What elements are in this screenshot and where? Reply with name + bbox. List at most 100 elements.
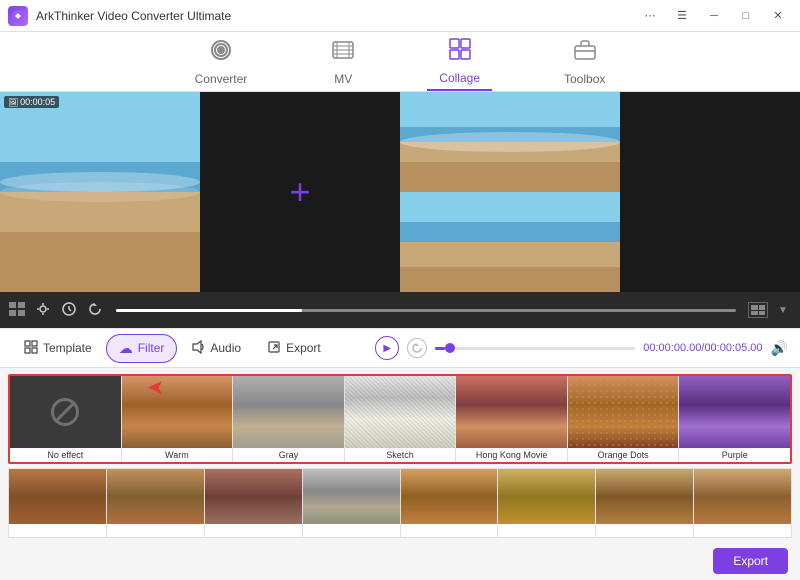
nav-toolbox[interactable]: Toolbox: [552, 34, 617, 90]
r2-5-thumb: [401, 469, 498, 524]
title-bar: ArkThinker Video Converter Ultimate ⋯ ☰ …: [0, 0, 800, 32]
template-label: Template: [43, 341, 92, 355]
toolbar-row: Template ☁ Filter Audio: [0, 328, 800, 368]
nav-collage[interactable]: Collage: [427, 33, 492, 91]
filter-r2-3[interactable]: [205, 469, 303, 537]
add-media-icon: +: [289, 171, 310, 213]
filter-r2-7[interactable]: [596, 469, 694, 537]
filter-sketch[interactable]: Sketch: [345, 376, 457, 462]
nav-bar: Converter MV Collage: [0, 32, 800, 92]
preview-area: 🖼 00:00:05 +: [0, 92, 800, 292]
toolbox-label: Toolbox: [564, 72, 605, 86]
converter-label: Converter: [195, 72, 248, 86]
r2-7-thumb: [596, 469, 693, 524]
filter-r2-6[interactable]: [498, 469, 596, 537]
bottom-row: Export: [0, 542, 800, 580]
preview-controls: ▼: [0, 292, 800, 328]
template-icon: [24, 340, 38, 357]
close-button[interactable]: ✕: [764, 6, 792, 26]
warm-thumb: [122, 376, 233, 448]
app-icon: [8, 6, 28, 26]
sketch-label: Sketch: [345, 448, 456, 462]
r2-8-thumb: [694, 469, 791, 524]
r2-4-thumb: [303, 469, 400, 524]
mv-icon: [331, 38, 355, 68]
time-display: 00:00:00.00/00:00:05.00: [643, 342, 762, 354]
chevron-down-icon[interactable]: ▼: [774, 305, 792, 316]
minimize-button[interactable]: ─: [700, 6, 728, 26]
gray-label: Gray: [233, 448, 344, 462]
converter-icon: [209, 38, 233, 68]
preview-panel-center[interactable]: +: [200, 92, 400, 292]
hk-label: Hong Kong Movie: [456, 448, 567, 462]
gray-thumb: [233, 376, 344, 448]
filters-row1: No effect Warm Gray Ske: [8, 374, 792, 464]
volume-button[interactable]: 🔊: [771, 340, 788, 357]
r2-3-thumb: [205, 469, 302, 524]
no-effect-label: No effect: [10, 448, 121, 462]
r2-6-thumb: [498, 469, 595, 524]
timeline-track[interactable]: [435, 347, 635, 350]
filter-r2-5[interactable]: [401, 469, 499, 537]
preview-panel-right: [400, 92, 620, 292]
title-bar-left: ArkThinker Video Converter Ultimate: [8, 6, 231, 26]
filter-r2-8[interactable]: [694, 469, 791, 537]
export-toolbar-button[interactable]: Export: [255, 335, 333, 362]
purple-label: Purple: [679, 448, 790, 462]
filter-r2-4[interactable]: [303, 469, 401, 537]
filter-no-effect[interactable]: No effect: [10, 376, 122, 462]
r2-1-thumb: [9, 469, 106, 524]
export-button[interactable]: Export: [713, 548, 788, 574]
purple-thumb: [679, 376, 790, 448]
hk-thumb: [456, 376, 567, 448]
toolbar-left: Template ☁ Filter Audio: [12, 334, 333, 363]
filter-purple[interactable]: Purple: [679, 376, 790, 462]
loop-button[interactable]: [407, 338, 427, 358]
filter-r2-1[interactable]: [9, 469, 107, 537]
filter-icon: ☁: [119, 340, 133, 357]
filter-button[interactable]: ☁ Filter: [106, 334, 178, 363]
app-title: ArkThinker Video Converter Ultimate: [36, 9, 231, 23]
filters-row2: [8, 468, 792, 538]
filter-label: Filter: [138, 341, 165, 355]
filter-r2-2[interactable]: [107, 469, 205, 537]
sketch-thumb: [345, 376, 456, 448]
nav-converter[interactable]: Converter: [183, 34, 260, 90]
clock-icon[interactable]: [60, 302, 78, 319]
nav-mv[interactable]: MV: [319, 34, 367, 90]
filter-panel: No effect Warm Gray Ske: [0, 368, 800, 580]
od-thumb: [568, 376, 679, 448]
export-toolbar-label: Export: [286, 341, 321, 355]
no-effect-thumb: [10, 376, 121, 448]
playback-progress[interactable]: [116, 309, 736, 312]
preview-panel-far-right: [620, 92, 800, 292]
od-label: Orange Dots: [568, 448, 679, 462]
audio-label: Audio: [210, 341, 241, 355]
options-button[interactable]: ⋯: [636, 6, 664, 26]
filter-hk-movie[interactable]: Hong Kong Movie: [456, 376, 568, 462]
preview-panel-left: 🖼 00:00:05: [0, 92, 200, 292]
right-controls: ▼: [748, 302, 792, 318]
collage-label: Collage: [439, 71, 480, 85]
template-button[interactable]: Template: [12, 335, 104, 362]
mv-label: MV: [334, 72, 352, 86]
warm-label: Warm: [122, 448, 233, 462]
sun-icon[interactable]: [34, 302, 52, 319]
collage-icon: [448, 37, 472, 67]
play-button[interactable]: ▶: [375, 336, 399, 360]
r2-2-thumb: [107, 469, 204, 524]
menu-button[interactable]: ☰: [668, 6, 696, 26]
filter-warm[interactable]: Warm: [122, 376, 234, 462]
audio-button[interactable]: Audio: [179, 335, 253, 362]
filter-orange-dots[interactable]: Orange Dots: [568, 376, 680, 462]
refresh-icon[interactable]: [86, 302, 104, 319]
annotation-arrow: ➤: [148, 377, 163, 398]
audio-icon: [191, 340, 205, 357]
maximize-button[interactable]: □: [732, 6, 760, 26]
playback-section: ▶ 00:00:00.00/00:00:05.00 🔊: [375, 336, 788, 360]
export-icon: [267, 340, 281, 357]
timestamp-badge: 🖼 00:00:05: [4, 96, 59, 108]
layout-selector[interactable]: [748, 302, 768, 318]
filter-gray[interactable]: Gray: [233, 376, 345, 462]
layout-grid-icon[interactable]: [8, 302, 26, 319]
